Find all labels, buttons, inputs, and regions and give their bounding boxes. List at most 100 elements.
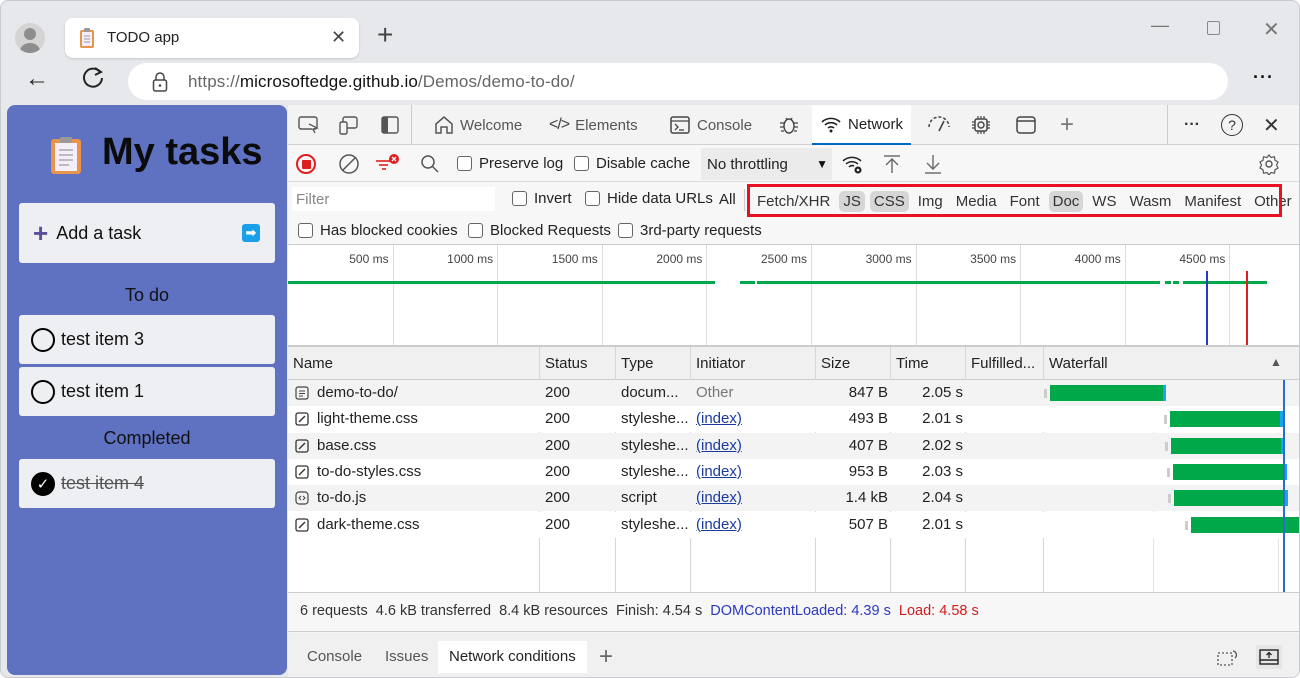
request-name[interactable]: to-do-styles.css (317, 463, 421, 480)
third-party-checkbox[interactable]: 3rd-party requests (618, 222, 762, 239)
filter-input[interactable]: Filter (292, 187, 495, 211)
customize-menu-icon[interactable]: ··· (1184, 105, 1200, 145)
column-header-size[interactable]: Size (816, 347, 850, 380)
tab-elements[interactable]: </> Elements (549, 105, 638, 145)
dock-drawer-icon[interactable] (1256, 645, 1282, 669)
move-to-top-icon[interactable] (1216, 647, 1240, 670)
add-task-input[interactable]: + Add a task ➡ (19, 203, 275, 263)
column-header-waterfall[interactable]: Waterfall (1044, 347, 1108, 380)
lock-icon[interactable] (152, 72, 168, 95)
maximize-icon[interactable] (1207, 21, 1220, 35)
request-name[interactable]: base.css (317, 437, 376, 454)
dock-side-icon[interactable] (380, 105, 400, 145)
initiator-link[interactable]: (index) (696, 489, 742, 506)
todo-item[interactable]: test item 3 (19, 315, 275, 364)
window-close-icon[interactable]: ✕ (1263, 17, 1280, 42)
drawer-tab-issues[interactable]: Issues (374, 641, 439, 673)
submit-arrow-icon[interactable]: ➡ (242, 224, 260, 242)
checkbox[interactable] (585, 191, 600, 206)
disable-cache-checkbox[interactable]: Disable cache (574, 155, 690, 172)
todo-item[interactable]: test item 1 (19, 367, 275, 416)
drawer-tab-console[interactable]: Console (296, 641, 373, 673)
cell-initiator[interactable]: (index) (691, 433, 742, 459)
completed-item[interactable]: ✓ test item 4 (19, 459, 275, 508)
request-name[interactable]: to-do.js (317, 489, 366, 506)
close-devtools-icon[interactable]: ✕ (1263, 105, 1280, 145)
search-icon[interactable] (420, 146, 440, 182)
checkbox[interactable] (574, 156, 589, 171)
drawer-add-tab-icon[interactable]: + (588, 641, 624, 673)
hide-data-urls-checkbox[interactable]: Hide data URLs (585, 190, 713, 207)
inspect-icon[interactable] (298, 105, 320, 145)
tab-network[interactable]: Network (812, 105, 912, 145)
checkbox[interactable] (512, 191, 527, 206)
memory-icon[interactable] (970, 105, 992, 145)
export-har-icon[interactable] (923, 146, 943, 182)
more-tools-icon[interactable]: + (1060, 105, 1074, 145)
help-icon[interactable]: ? (1221, 105, 1243, 145)
checkbox-empty-icon[interactable] (31, 379, 55, 404)
column-header-initiator[interactable]: Initiator (691, 347, 745, 380)
tab-console[interactable]: Console (669, 105, 752, 145)
network-overview[interactable]: 500 ms 1000 ms 1500 ms 2000 ms 2500 ms 3000 m… (288, 245, 1299, 347)
checkbox[interactable] (457, 156, 472, 171)
request-name[interactable]: light-theme.css (317, 410, 418, 427)
new-tab-icon[interactable]: + (377, 19, 393, 51)
browser-tab[interactable]: TODO app ✕ (65, 18, 359, 58)
drawer-tab-network-conditions[interactable]: Network conditions (438, 641, 587, 673)
profile-avatar-icon[interactable] (15, 23, 45, 53)
application-icon[interactable] (1015, 105, 1037, 145)
refresh-icon[interactable] (81, 64, 105, 93)
network-conditions-icon[interactable] (841, 146, 865, 182)
initiator-link[interactable]: (index) (696, 410, 742, 427)
close-tab-icon[interactable]: ✕ (331, 27, 346, 48)
device-emulation-icon[interactable] (338, 105, 360, 145)
invert-checkbox[interactable]: Invert (512, 190, 572, 207)
more-icon[interactable]: ··· (1253, 67, 1274, 88)
throttling-select[interactable]: No throttling ▼ (701, 148, 832, 180)
cell-initiator[interactable]: (index) (691, 459, 742, 485)
tab-welcome[interactable]: Welcome (433, 105, 522, 145)
checkbox[interactable] (298, 223, 313, 238)
minimize-icon[interactable]: — (1151, 15, 1169, 36)
column-header-status[interactable]: Status (540, 347, 588, 380)
column-header-type[interactable]: Type (616, 347, 654, 380)
column-header-time[interactable]: Time (891, 347, 929, 380)
import-har-icon[interactable] (882, 146, 902, 182)
completed-heading: Completed (103, 428, 191, 448)
back-icon[interactable]: ← (25, 65, 49, 93)
cell-initiator[interactable]: (index) (691, 406, 742, 432)
bug-icon[interactable] (778, 105, 800, 145)
cell-initiator[interactable]: (index) (691, 485, 742, 511)
checkbox[interactable] (618, 223, 633, 238)
initiator-link[interactable]: (index) (696, 516, 742, 533)
address-bar[interactable]: https://microsoftedge.github.io/Demos/de… (128, 63, 1228, 100)
request-name[interactable]: dark-theme.css (317, 516, 420, 533)
initiator-link[interactable]: (index) (696, 463, 742, 480)
filter-all[interactable]: All (719, 191, 736, 208)
initiator-link[interactable]: (index) (696, 437, 742, 454)
column-header-name[interactable]: Name (288, 347, 333, 380)
network-settings-icon[interactable] (1258, 146, 1280, 182)
table-row[interactable]: dark-theme.css 200 styleshe... (index) 507 B… (288, 511, 1299, 538)
has-blocked-cookies-checkbox[interactable]: Has blocked cookies (298, 222, 458, 239)
blocked-requests-checkbox[interactable]: Blocked Requests (468, 222, 611, 239)
preserve-log-checkbox[interactable]: Preserve log (457, 155, 563, 172)
filter-icon[interactable] (374, 146, 400, 182)
column-header-fulfilled[interactable]: Fulfilled... (966, 347, 1035, 380)
cell-initiator[interactable]: (index) (691, 512, 742, 538)
url-text[interactable]: https://microsoftedge.github.io/Demos/de… (188, 72, 575, 92)
clear-icon[interactable] (338, 146, 360, 182)
checkbox-empty-icon[interactable] (31, 327, 55, 352)
table-row[interactable]: base.css 200 styleshe... (index) 407 B 2.02 s (288, 432, 1299, 459)
checkbox-checked-icon[interactable]: ✓ (31, 471, 55, 496)
table-row[interactable]: demo-to-do/200 docum... Other 847 B 2.05 s (288, 380, 1299, 406)
performance-icon[interactable] (926, 105, 952, 145)
table-row[interactable]: to-do.js 200 script (index) 1.4 kB 2.04 s (288, 485, 1299, 512)
request-name[interactable]: demo-to-do/ (317, 384, 398, 401)
checkbox[interactable] (468, 223, 483, 238)
table-row[interactable]: light-theme.css 200 styleshe... (index) 493 … (288, 406, 1299, 433)
table-row[interactable]: to-do-styles.css 200 styleshe... (index) 953… (288, 458, 1299, 485)
sort-ascending-icon[interactable]: ▲ (1270, 355, 1282, 369)
record-stop-icon[interactable] (296, 146, 316, 182)
